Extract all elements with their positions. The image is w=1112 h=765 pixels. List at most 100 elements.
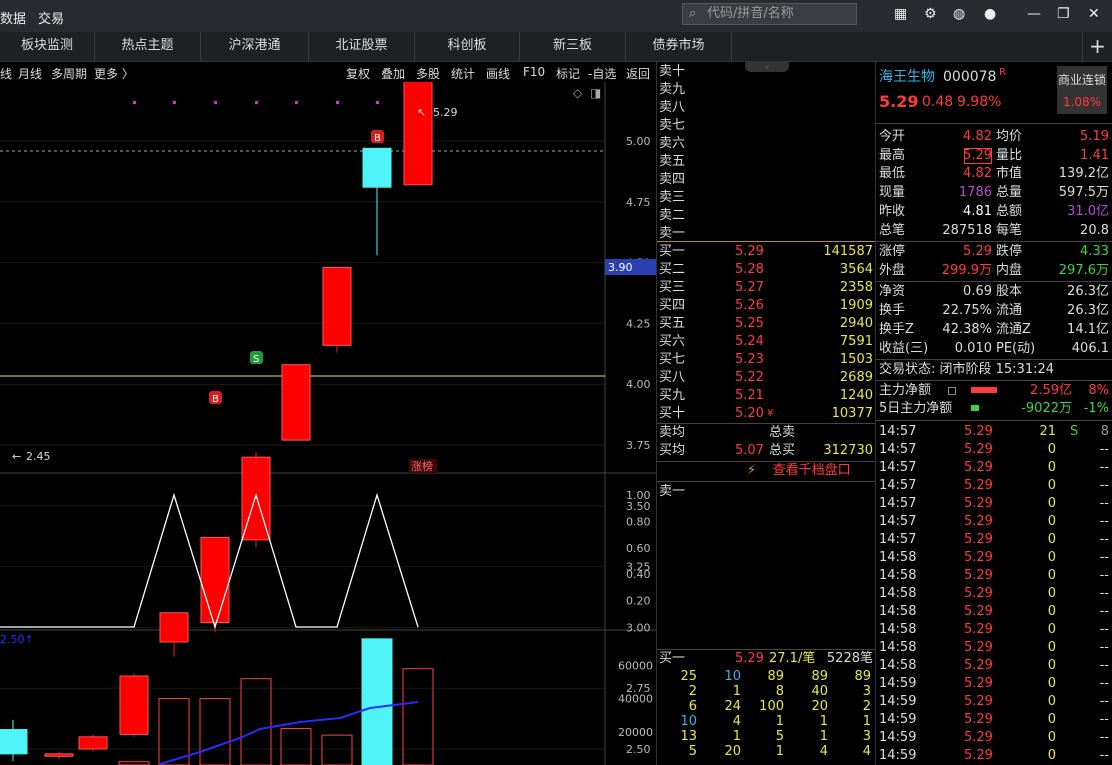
tick-cell: 5.29 xyxy=(964,442,993,457)
globe-icon[interactable]: ◍ xyxy=(953,6,965,22)
buy-level-row[interactable]: 买四 5.26 1909 xyxy=(659,297,875,315)
buy-level-row[interactable]: 买三 5.27 2358 xyxy=(659,279,875,297)
buy-level-row[interactable]: 买十 5.20 ¥10377 xyxy=(659,405,875,423)
btn-f10[interactable]: F10 xyxy=(523,65,545,79)
btn-back[interactable]: 返回 xyxy=(626,65,650,82)
volume-bar xyxy=(402,668,434,765)
add-tab-button[interactable]: + xyxy=(1082,32,1112,62)
buy-level-label: 买十 xyxy=(659,406,686,421)
buy1-detail-price: 5.29 xyxy=(735,651,764,666)
price-tick: 5.00 xyxy=(626,135,651,148)
buy-level-label: 买二 xyxy=(659,262,686,277)
sell-level-row[interactable]: 卖七 xyxy=(659,117,875,135)
btn-multi-stock[interactable]: 多股 xyxy=(416,65,440,82)
search-icon: ⌕ xyxy=(689,6,697,21)
search-input[interactable]: ⌕ 代码/拼音/名称 xyxy=(682,3,857,25)
chat-icon[interactable]: ● xyxy=(984,6,996,22)
stat-cell: 每笔 xyxy=(996,223,1023,238)
signal-dot xyxy=(255,101,258,104)
sell-level-row[interactable]: 卖十 xyxy=(659,63,875,81)
kline-chart[interactable]: 5.004.754.504.254.003.753.503.253.002.75… xyxy=(0,82,656,765)
stock-name[interactable]: 海王生物 xyxy=(879,68,935,86)
menu-trade[interactable]: 交易 xyxy=(38,8,64,27)
stat-cell: 涨停 xyxy=(879,244,906,259)
sell-level-row[interactable]: 卖二 xyxy=(659,207,875,225)
tick-cell: 14:57 xyxy=(879,496,917,511)
tab-block-monitor[interactable]: 板块监测 xyxy=(0,32,95,62)
stat-cell: 外盘 xyxy=(879,263,906,278)
minimize-icon[interactable]: — xyxy=(1027,6,1041,22)
btn-fuquan[interactable]: 复权 xyxy=(346,65,370,82)
main-flow-label: 主力净额 xyxy=(879,383,932,398)
sell-level-label: 卖七 xyxy=(659,118,686,133)
buy-level-row[interactable]: 买五 5.25 2940 xyxy=(659,315,875,333)
sell-level-label: 卖十 xyxy=(659,64,686,79)
tick-cell: 14:58 xyxy=(879,640,917,655)
buy-level-volume: 141587 xyxy=(823,244,873,259)
btn-stats[interactable]: 统计 xyxy=(451,65,475,82)
tab-hk-connect[interactable]: 沪深港通 xyxy=(201,32,309,62)
tick-cell: 14:59 xyxy=(879,694,917,709)
buy1-detail-count: 5228笔 xyxy=(826,651,873,666)
buy-level-row[interactable]: 买六 5.24 7591 xyxy=(659,333,875,351)
stat-cell: 4.82 xyxy=(963,166,992,181)
volume-tick: 20000 xyxy=(618,726,653,739)
close-icon[interactable]: ✕ xyxy=(1088,6,1100,22)
tab-bse-stocks[interactable]: 北证股票 xyxy=(309,32,415,62)
indicator-tick: 1.00 xyxy=(626,489,651,502)
indicator-tick: 0.80 xyxy=(626,515,651,528)
tab-hot-topics[interactable]: 热点主题 xyxy=(95,32,201,62)
buy-level-label: 买九 xyxy=(659,388,686,403)
sell-level-row[interactable]: 卖四 xyxy=(659,171,875,189)
total-buy-value: 312730 xyxy=(823,443,873,458)
volume-tick: 60000 xyxy=(618,659,653,672)
sell-level-row[interactable]: 卖九 xyxy=(659,81,875,99)
buy-level-row[interactable]: 买九 5.21 1240 xyxy=(659,387,875,405)
queue-cell: 100 xyxy=(759,699,784,714)
stat-cell: PE(动) xyxy=(996,341,1036,356)
buy-level-row[interactable]: 买一 5.29 141587 xyxy=(659,243,875,261)
buy-level-price: 5.22 xyxy=(735,370,764,385)
btn-multi-period[interactable]: 多周期 xyxy=(51,65,87,82)
sell-level-label: 卖八 xyxy=(659,100,686,115)
btn-more[interactable]: 更多 〉 xyxy=(94,65,134,82)
tab-star-market[interactable]: 科创板 xyxy=(415,32,520,62)
grid-icon[interactable]: ▦ xyxy=(894,6,907,22)
buy-level-volume: 10377 xyxy=(831,406,873,421)
tick-cell: 0 xyxy=(1047,496,1056,511)
btn-monthly[interactable]: 月线 xyxy=(18,65,42,82)
btn-overlay[interactable]: 叠加 xyxy=(381,65,405,82)
buy-level-row[interactable]: 买七 5.23 1503 xyxy=(659,351,875,369)
stat-cell: 297.6万 xyxy=(1058,263,1109,278)
tab-bond-market[interactable]: 债券市场 xyxy=(626,32,732,62)
sell-level-row[interactable]: 卖五 xyxy=(659,153,875,171)
tab-neeq[interactable]: 新三板 xyxy=(520,32,626,62)
sell-level-row[interactable]: 卖八 xyxy=(659,99,875,117)
btn-draw[interactable]: 画线 xyxy=(486,65,510,82)
buy-level-row[interactable]: 买八 5.22 2689 xyxy=(659,369,875,387)
sell-level-row[interactable]: 卖六 xyxy=(659,135,875,153)
tick-cell: 5.29 xyxy=(964,748,993,763)
tick-cell: 0 xyxy=(1047,748,1056,763)
stat-cell: 现量 xyxy=(879,185,906,200)
stat-cell: 5.29 xyxy=(963,244,992,259)
buy-level-volume: 2358 xyxy=(839,280,873,295)
buy-avg-label: 买均 xyxy=(659,443,686,458)
btn-watchlist[interactable]: -自选 xyxy=(588,65,616,82)
signal-dot xyxy=(376,101,379,104)
tick-cell: 5.29 xyxy=(964,622,993,637)
tick-cell: 5.29 xyxy=(964,640,993,655)
btn-mark[interactable]: 标记 xyxy=(556,65,580,82)
buy-level-row[interactable]: 买二 5.28 3564 xyxy=(659,261,875,279)
industry-badge[interactable]: 商业连锁 1.08% xyxy=(1057,66,1107,114)
queue-cell: 25 xyxy=(680,669,697,684)
tick-cell: -- xyxy=(1099,586,1109,601)
sell-level-row[interactable]: 卖三 xyxy=(659,189,875,207)
tick-cell: 5.29 xyxy=(964,586,993,601)
btn-line[interactable]: 线 xyxy=(0,65,12,82)
menu-data[interactable]: 数据 xyxy=(0,8,26,27)
maximize-icon[interactable]: ❐ xyxy=(1057,6,1070,22)
tick-cell: 5.29 xyxy=(964,424,993,439)
gear-icon[interactable]: ⚙ xyxy=(924,6,937,22)
view-depth-link[interactable]: ⚡ 查看千档盘口 xyxy=(747,462,851,480)
